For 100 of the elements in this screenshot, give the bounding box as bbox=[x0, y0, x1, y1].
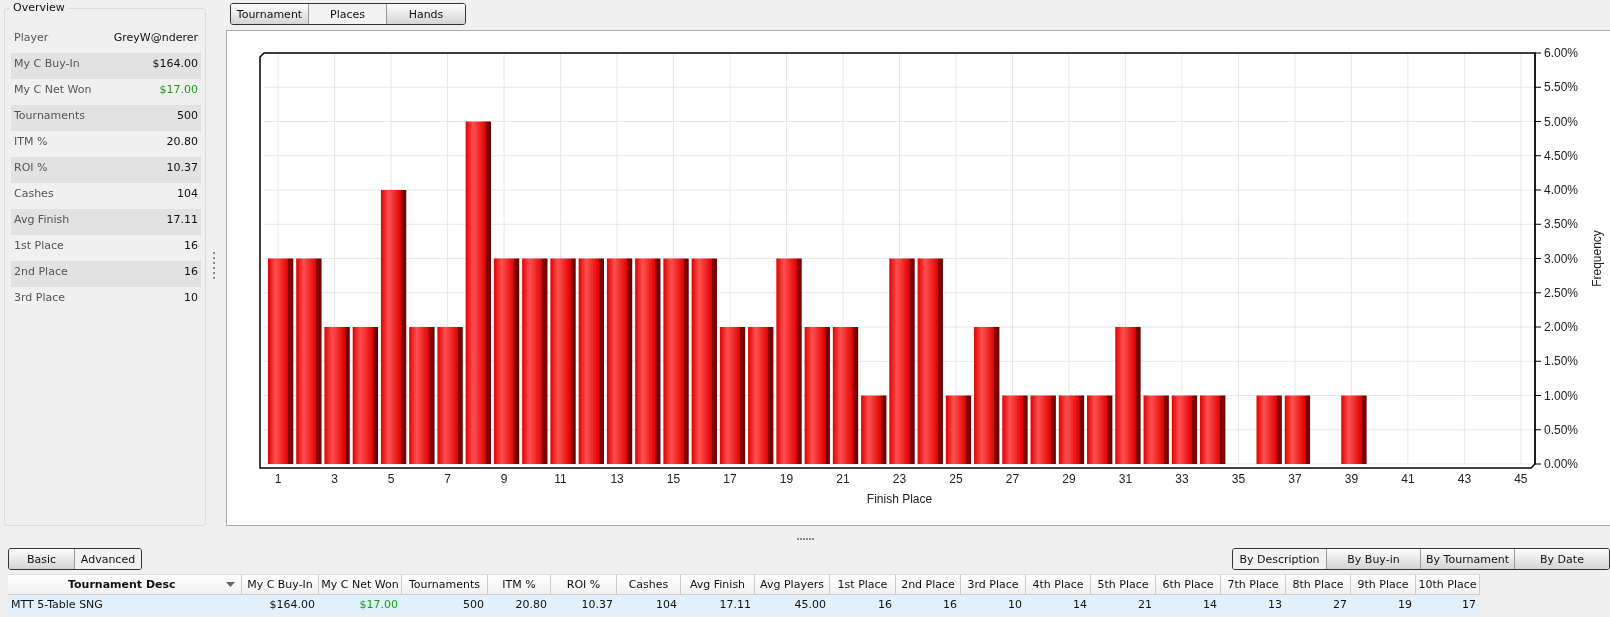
column-header[interactable]: 9th Place bbox=[1351, 574, 1416, 595]
x-tick-label: 35 bbox=[1231, 472, 1246, 486]
table-cell: 27 bbox=[1286, 595, 1351, 615]
column-header[interactable]: 10th Place bbox=[1416, 574, 1480, 595]
table-cell: 13 bbox=[1221, 595, 1286, 615]
stat-value: 16 bbox=[184, 264, 198, 280]
bar bbox=[1143, 395, 1169, 464]
splitter-grip-icon[interactable] bbox=[212, 252, 216, 280]
x-tick-label: 39 bbox=[1344, 472, 1359, 486]
column-header[interactable]: 4th Place bbox=[1026, 574, 1091, 595]
tab[interactable]: By Buy-in bbox=[1327, 549, 1421, 569]
table-cell: 20.80 bbox=[488, 595, 551, 615]
tab[interactable]: By Description bbox=[1233, 549, 1327, 569]
table-cell: 19 bbox=[1351, 595, 1416, 615]
stat-label: 3rd Place bbox=[14, 290, 66, 306]
column-header[interactable]: 1st Place bbox=[830, 574, 896, 595]
column-header[interactable]: Avg Finish bbox=[681, 574, 755, 595]
x-tick-label: 19 bbox=[779, 472, 794, 486]
y-axis-title: Frequency bbox=[1590, 230, 1604, 287]
y-tick-label: 6.00% bbox=[1544, 46, 1579, 60]
y-tick-label: 0.50% bbox=[1544, 422, 1579, 437]
x-tick-label: 11 bbox=[554, 472, 567, 486]
table-cell: 16 bbox=[896, 595, 961, 615]
bar bbox=[1058, 395, 1085, 464]
column-header[interactable]: ROI % bbox=[551, 574, 617, 595]
x-tick-label: 45 bbox=[1514, 472, 1528, 486]
table-cell: 14 bbox=[1156, 595, 1221, 615]
bar bbox=[1284, 395, 1311, 464]
y-tick-label: 0.00% bbox=[1544, 457, 1579, 471]
y-tick-label: 5.00% bbox=[1544, 114, 1579, 129]
table-cell: 104 bbox=[617, 595, 681, 615]
table-cell: 14 bbox=[1026, 595, 1091, 615]
x-tick-label: 31 bbox=[1118, 472, 1133, 486]
table-cell: 16 bbox=[830, 595, 896, 615]
tab[interactable]: Tournament bbox=[231, 4, 309, 24]
x-tick-label: 43 bbox=[1457, 472, 1472, 486]
tab[interactable]: By Tournament bbox=[1421, 549, 1515, 569]
y-tick-label: 3.00% bbox=[1544, 251, 1579, 266]
tab[interactable]: Hands bbox=[387, 4, 465, 24]
stat-label: My C Buy-In bbox=[14, 56, 80, 72]
y-tick-label: 4.50% bbox=[1544, 148, 1579, 163]
stat-value: 16 bbox=[184, 238, 198, 254]
table-cell: 10.37 bbox=[551, 595, 617, 615]
x-tick-label: 1 bbox=[274, 472, 282, 486]
column-header[interactable]: 6th Place bbox=[1156, 574, 1221, 595]
column-header[interactable]: My C Net Won bbox=[319, 574, 402, 595]
y-tick-label: 3.50% bbox=[1544, 217, 1579, 232]
table-cell: 10 bbox=[961, 595, 1026, 615]
panel-title: Overview bbox=[10, 1, 68, 14]
column-header[interactable]: ITM % bbox=[488, 574, 551, 595]
column-header[interactable]: 8th Place bbox=[1286, 574, 1351, 595]
bar bbox=[1087, 395, 1113, 464]
column-header[interactable]: Avg Players bbox=[755, 574, 830, 595]
tab[interactable]: Basic bbox=[9, 549, 75, 569]
x-tick-label: 29 bbox=[1062, 472, 1076, 486]
stat-value: 20.80 bbox=[166, 134, 198, 150]
x-tick-label: 13 bbox=[610, 472, 624, 486]
stat-value: 500 bbox=[177, 108, 198, 124]
table-cell: 17 bbox=[1416, 595, 1480, 615]
stat-value: 10 bbox=[184, 290, 198, 306]
y-tick-label: 5.50% bbox=[1544, 80, 1579, 95]
table-cell: 17.11 bbox=[681, 595, 755, 615]
y-tick-label: 1.50% bbox=[1544, 354, 1579, 369]
stat-value: 104 bbox=[177, 186, 198, 202]
stat-label: ROI % bbox=[14, 160, 48, 176]
stat-label: 2nd Place bbox=[14, 264, 68, 280]
stat-label: Avg Finish bbox=[14, 212, 70, 228]
x-tick-label: 41 bbox=[1401, 472, 1415, 486]
column-header[interactable]: 7th Place bbox=[1221, 574, 1286, 595]
x-tick-label: 3 bbox=[331, 472, 338, 486]
stat-label: Player bbox=[14, 30, 49, 46]
table-cell: 500 bbox=[402, 595, 488, 615]
x-tick-label: 21 bbox=[836, 472, 850, 486]
stat-value: GreyW@nderer bbox=[113, 30, 198, 46]
table-cell: 21 bbox=[1091, 595, 1156, 615]
x-tick-label: 25 bbox=[949, 472, 963, 486]
column-header[interactable]: 2nd Place bbox=[896, 574, 961, 595]
column-header[interactable]: 3rd Place bbox=[961, 574, 1026, 595]
column-header[interactable]: Tournaments bbox=[402, 574, 488, 595]
table-cell: $164.00 bbox=[242, 595, 319, 615]
column-header[interactable]: My C Buy-In bbox=[242, 574, 319, 595]
dropdown-caret-icon bbox=[226, 582, 235, 587]
x-tick-label: 27 bbox=[1005, 472, 1020, 486]
stat-label: 1st Place bbox=[14, 238, 64, 254]
x-tick-label: 37 bbox=[1288, 472, 1302, 486]
y-tick-label: 4.00% bbox=[1544, 183, 1579, 197]
column-header[interactable]: 5th Place bbox=[1091, 574, 1156, 595]
stat-value: 17.11 bbox=[166, 212, 198, 228]
stat-value: $17.00 bbox=[159, 82, 198, 98]
column-header[interactable]: Cashes bbox=[617, 574, 681, 595]
tab[interactable]: By Date bbox=[1515, 549, 1609, 569]
x-tick-label: 15 bbox=[666, 472, 681, 486]
x-tick-label: 5 bbox=[387, 472, 395, 486]
x-axis-title: Finish Place bbox=[866, 492, 933, 506]
bar bbox=[1002, 395, 1028, 464]
column-header[interactable]: Tournament Desc bbox=[8, 574, 242, 595]
stat-label: My C Net Won bbox=[14, 82, 92, 98]
y-tick-label: 2.50% bbox=[1544, 285, 1579, 300]
y-tick-label: 2.00% bbox=[1544, 320, 1579, 334]
bar bbox=[1030, 395, 1056, 464]
